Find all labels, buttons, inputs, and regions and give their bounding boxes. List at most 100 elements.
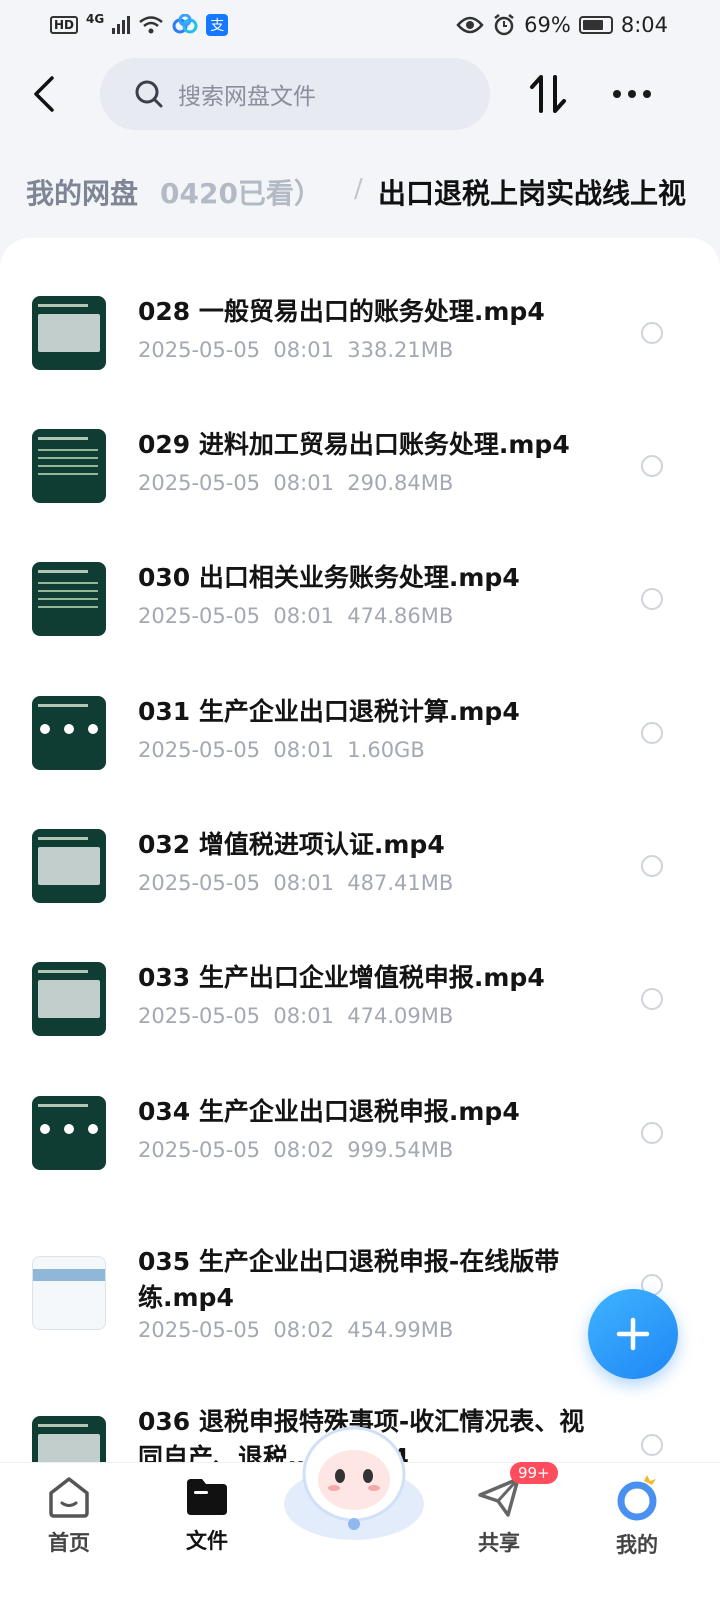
mascot-nav-button[interactable] xyxy=(282,1418,426,1542)
file-time: 08:01 xyxy=(273,604,334,628)
file-date: 2025-05-05 xyxy=(138,1138,261,1162)
mascot-icon xyxy=(284,1426,424,1540)
video-thumbnail xyxy=(32,1096,106,1170)
file-row[interactable]: 028 一般贸易出口的账务处理.mp4 2025-05-05 08:01 338.… xyxy=(0,296,720,416)
file-row[interactable]: 033 生产出口企业增值税申报.mp4 2025-05-05 08:01 474.… xyxy=(0,962,720,1082)
file-date: 2025-05-05 xyxy=(138,338,261,362)
file-date: 2025-05-05 xyxy=(138,738,261,762)
add-button[interactable] xyxy=(588,1289,678,1379)
file-time: 08:01 xyxy=(273,738,334,762)
file-size: 474.09MB xyxy=(347,1004,454,1028)
battery-icon xyxy=(578,16,613,34)
status-right: 69% 8:04 xyxy=(456,13,668,37)
select-checkbox[interactable] xyxy=(641,1122,663,1144)
file-date: 2025-05-05 xyxy=(138,871,261,895)
file-size: 487.41MB xyxy=(347,871,454,895)
file-size: 474.86MB xyxy=(347,604,454,628)
back-arrow-icon xyxy=(34,76,54,112)
nav-share-label: 共享 xyxy=(478,1531,520,1555)
select-checkbox[interactable] xyxy=(641,455,663,477)
hd-indicator: HD xyxy=(50,16,79,34)
video-thumbnail xyxy=(32,696,106,770)
file-row[interactable]: 034 生产企业出口退税申报.mp4 2025-05-05 08:02 999.5… xyxy=(0,1096,720,1216)
file-date: 2025-05-05 xyxy=(138,1318,261,1342)
file-row[interactable]: 032 增值税进项认证.mp4 2025-05-05 08:01 487.41MB xyxy=(0,829,720,949)
file-meta: 2025-05-05 08:01 290.84MB xyxy=(138,471,453,495)
sort-icon xyxy=(530,75,566,113)
select-checkbox[interactable] xyxy=(641,722,663,744)
file-size: 454.99MB xyxy=(347,1318,454,1342)
select-checkbox[interactable] xyxy=(641,988,663,1010)
more-icon-dot xyxy=(643,90,651,98)
breadcrumb-separator: / xyxy=(354,174,363,204)
file-time: 08:01 xyxy=(273,471,334,495)
file-meta: 2025-05-05 08:01 1.60GB xyxy=(138,738,425,762)
file-size: 338.21MB xyxy=(347,338,454,362)
file-name: 028 一般贸易出口的账务处理.mp4 xyxy=(138,297,545,326)
home-icon xyxy=(49,1477,89,1518)
file-name: 032 增值税进项认证.mp4 xyxy=(138,830,445,859)
video-thumbnail xyxy=(32,296,106,370)
file-time: 08:01 xyxy=(273,1004,334,1028)
search-input[interactable]: 搜索网盘文件 xyxy=(100,58,490,130)
more-icon-dot xyxy=(628,90,636,98)
more-button[interactable] xyxy=(608,72,656,116)
file-time: 08:01 xyxy=(273,871,334,895)
clock: 8:04 xyxy=(620,13,668,37)
select-checkbox[interactable] xyxy=(641,1434,663,1456)
breadcrumb: 我的网盘 0420已看） / 出口退税上岗实战线上视 xyxy=(0,160,720,230)
nav-home[interactable]: 首页 xyxy=(24,1475,114,1575)
select-checkbox[interactable] xyxy=(641,855,663,877)
file-name: 034 生产企业出口退税申报.mp4 xyxy=(138,1097,520,1126)
nav-share[interactable]: 共享 xyxy=(454,1475,544,1575)
breadcrumb-current: 出口退税上岗实战线上视 xyxy=(378,177,687,210)
plus-icon xyxy=(616,1317,650,1351)
alarm-icon xyxy=(494,14,514,36)
file-time: 08:01 xyxy=(273,338,334,362)
nav-profile-label: 我的 xyxy=(616,1533,658,1557)
nav-files[interactable]: 文件 xyxy=(162,1475,252,1575)
file-name: 031 生产企业出口退税计算.mp4 xyxy=(138,697,520,726)
file-size: 1.60GB xyxy=(347,738,425,762)
file-row[interactable]: 029 进料加工贸易出口账务处理.mp4 2025-05-05 08:01 290… xyxy=(0,429,720,549)
select-checkbox[interactable] xyxy=(641,322,663,344)
file-meta: 2025-05-05 08:01 474.09MB xyxy=(138,1004,453,1028)
nav-home-label: 首页 xyxy=(48,1531,90,1555)
video-thumbnail xyxy=(32,1416,106,1462)
profile-icon xyxy=(617,1475,657,1521)
file-meta: 2025-05-05 08:01 487.41MB xyxy=(138,871,453,895)
file-time: 08:02 xyxy=(273,1138,334,1162)
top-bar: 搜索网盘文件 xyxy=(0,56,720,132)
battery-percent: 69% xyxy=(524,13,571,37)
alipay-icon: 支 xyxy=(206,14,229,36)
network-type: 4G xyxy=(86,12,105,26)
file-name: 033 生产出口企业增值税申报.mp4 xyxy=(138,963,545,992)
file-meta: 2025-05-05 08:02 454.99MB xyxy=(138,1318,453,1342)
search-icon xyxy=(135,80,163,108)
more-icon-dot xyxy=(613,90,621,98)
file-size: 999.54MB xyxy=(347,1138,454,1162)
file-size: 290.84MB xyxy=(347,471,454,495)
breadcrumb-folder[interactable]: 0420已看） xyxy=(160,172,322,212)
video-thumbnail xyxy=(32,562,106,636)
file-meta: 2025-05-05 08:01 338.21MB xyxy=(138,338,453,362)
file-row[interactable]: 030 出口相关业务账务处理.mp4 2025-05-05 08:01 474.8… xyxy=(0,562,720,682)
video-thumbnail xyxy=(32,829,106,903)
file-meta: 2025-05-05 08:01 474.86MB xyxy=(138,604,453,628)
folder-icon xyxy=(187,1479,227,1515)
status-bar: HD 4G 支 69% 8:04 xyxy=(0,0,720,50)
nav-profile[interactable]: 我的 xyxy=(592,1475,682,1575)
video-thumbnail xyxy=(32,429,106,503)
back-button[interactable] xyxy=(24,72,64,116)
select-checkbox[interactable] xyxy=(641,588,663,610)
search-placeholder: 搜索网盘文件 xyxy=(178,84,316,110)
file-date: 2025-05-05 xyxy=(138,471,261,495)
sort-button[interactable] xyxy=(526,72,570,116)
status-left: HD 4G 支 xyxy=(50,12,229,36)
wifi-icon xyxy=(139,16,164,34)
nav-files-label: 文件 xyxy=(186,1529,228,1553)
baidu-netdisk-icon xyxy=(172,14,198,34)
file-row[interactable]: 031 生产企业出口退税计算.mp4 2025-05-05 08:01 1.60G… xyxy=(0,696,720,816)
share-badge: 99+ xyxy=(510,1462,558,1484)
breadcrumb-root[interactable]: 我的网盘 xyxy=(26,172,138,212)
